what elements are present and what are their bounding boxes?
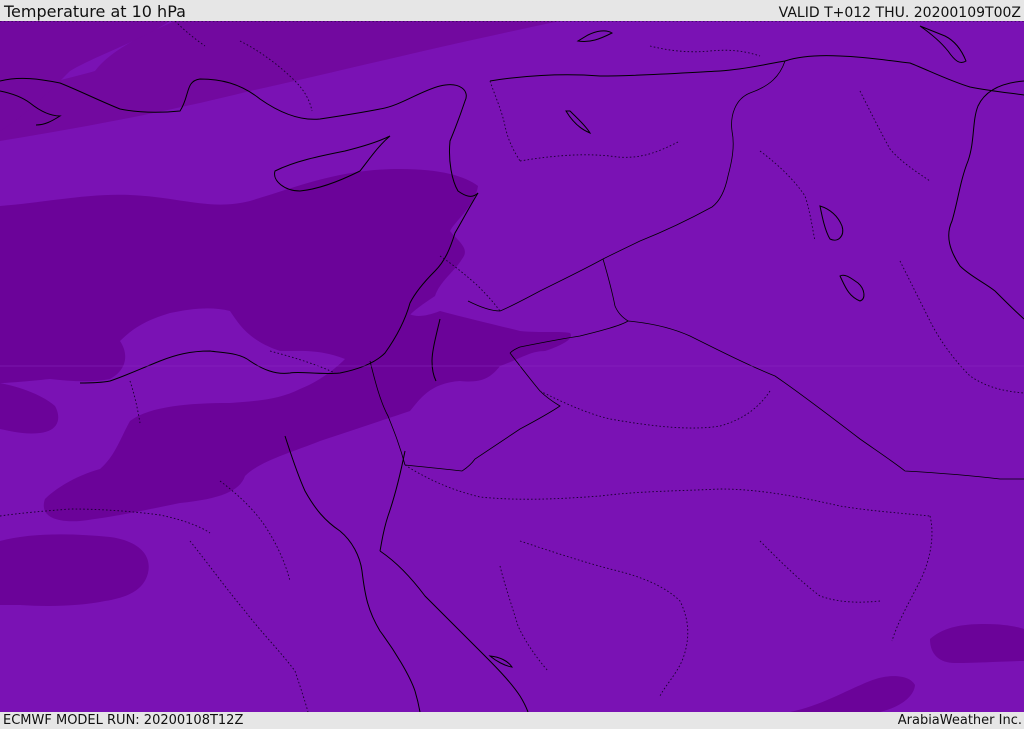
header-bar: Temperature at 10 hPa VALID T+012 THU. 2…	[0, 0, 1024, 21]
map-canvas[interactable]	[0, 21, 1024, 712]
temperature-field-base	[0, 21, 1024, 712]
footer-bar: ECMWF MODEL RUN: 20200108T12Z ArabiaWeat…	[0, 712, 1024, 729]
valid-time: VALID T+012 THU. 20200109T00Z	[778, 5, 1021, 21]
credit-label: ArabiaWeather Inc.	[897, 713, 1022, 728]
map-frame: Temperature at 10 hPa VALID T+012 THU. 2…	[0, 0, 1024, 729]
temperature-cold-region-southwest	[0, 534, 149, 606]
map-title: Temperature at 10 hPa	[4, 2, 186, 21]
model-run-label: ECMWF MODEL RUN: 20200108T12Z	[3, 713, 244, 728]
